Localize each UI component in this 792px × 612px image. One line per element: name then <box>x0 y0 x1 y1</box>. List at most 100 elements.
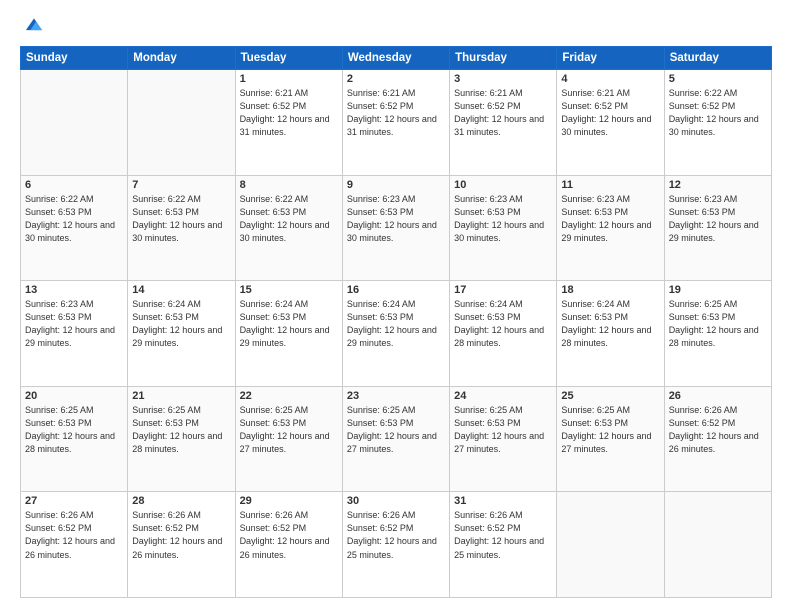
day-info: Sunrise: 6:25 AM Sunset: 6:53 PM Dayligh… <box>669 298 767 350</box>
calendar-week-row: 27 Sunrise: 6:26 AM Sunset: 6:52 PM Dayli… <box>21 492 772 598</box>
day-number: 19 <box>669 284 767 296</box>
day-info: Sunrise: 6:26 AM Sunset: 6:52 PM Dayligh… <box>347 509 445 561</box>
calendar-cell: 25 Sunrise: 6:25 AM Sunset: 6:53 PM Dayli… <box>557 386 664 492</box>
day-number: 5 <box>669 73 767 85</box>
calendar-cell: 29 Sunrise: 6:26 AM Sunset: 6:52 PM Dayli… <box>235 492 342 598</box>
calendar-cell: 18Sunrise: 6:24 AM Sunset: 6:53 PM Dayli… <box>557 281 664 387</box>
calendar-cell: 27 Sunrise: 6:26 AM Sunset: 6:52 PM Dayli… <box>21 492 128 598</box>
logo <box>20 18 45 36</box>
day-info: Sunrise: 6:23 AM Sunset: 6:53 PM Dayligh… <box>25 298 123 350</box>
day-number: 11 <box>561 179 659 191</box>
day-info: Sunrise: 6:23 AM Sunset: 6:53 PM Dayligh… <box>454 193 552 245</box>
weekday-header: Sunday <box>21 47 128 70</box>
calendar-cell: 9 Sunrise: 6:23 AM Sunset: 6:53 PM Daylig… <box>342 175 449 281</box>
day-number: 8 <box>240 179 338 191</box>
day-info: Sunrise: 6:22 AM Sunset: 6:53 PM Dayligh… <box>132 193 230 245</box>
day-number: 15 <box>240 284 338 296</box>
day-info: Sunrise: 6:23 AM Sunset: 6:53 PM Dayligh… <box>561 193 659 245</box>
day-number: 9 <box>347 179 445 191</box>
day-number: 29 <box>240 495 338 507</box>
calendar-cell <box>664 492 771 598</box>
day-info: Sunrise: 6:23 AM Sunset: 6:53 PM Dayligh… <box>347 193 445 245</box>
day-number: 10 <box>454 179 552 191</box>
day-info: Sunrise: 6:22 AM Sunset: 6:53 PM Dayligh… <box>25 193 123 245</box>
calendar-cell: 14 Sunrise: 6:24 AM Sunset: 6:53 PM Dayli… <box>128 281 235 387</box>
day-info: Sunrise: 6:25 AM Sunset: 6:53 PM Dayligh… <box>240 404 338 456</box>
day-info: Sunrise: 6:24 AM Sunset: 6:53 PM Dayligh… <box>454 298 552 350</box>
calendar-cell: 13 Sunrise: 6:23 AM Sunset: 6:53 PM Dayli… <box>21 281 128 387</box>
day-info: Sunrise: 6:24 AM Sunset: 6:53 PM Dayligh… <box>347 298 445 350</box>
calendar-cell: 1Sunrise: 6:21 AM Sunset: 6:52 PM Daylig… <box>235 70 342 176</box>
day-number: 27 <box>25 495 123 507</box>
calendar-cell: 21Sunrise: 6:25 AM Sunset: 6:53 PM Dayli… <box>128 386 235 492</box>
calendar-cell: 2 Sunrise: 6:21 AM Sunset: 6:52 PM Daylig… <box>342 70 449 176</box>
day-number: 16 <box>347 284 445 296</box>
day-info: Sunrise: 6:26 AM Sunset: 6:52 PM Dayligh… <box>669 404 767 456</box>
day-number: 4 <box>561 73 659 85</box>
day-number: 31 <box>454 495 552 507</box>
day-info: Sunrise: 6:26 AM Sunset: 6:52 PM Dayligh… <box>240 509 338 561</box>
calendar-cell <box>128 70 235 176</box>
day-number: 17 <box>454 284 552 296</box>
day-info: Sunrise: 6:25 AM Sunset: 6:53 PM Dayligh… <box>454 404 552 456</box>
calendar-week-row: 13 Sunrise: 6:23 AM Sunset: 6:53 PM Dayli… <box>21 281 772 387</box>
day-number: 2 <box>347 73 445 85</box>
day-info: Sunrise: 6:25 AM Sunset: 6:53 PM Dayligh… <box>561 404 659 456</box>
calendar-cell: 7Sunrise: 6:22 AM Sunset: 6:53 PM Daylig… <box>128 175 235 281</box>
day-info: Sunrise: 6:24 AM Sunset: 6:53 PM Dayligh… <box>240 298 338 350</box>
calendar-cell: 16 Sunrise: 6:24 AM Sunset: 6:53 PM Dayli… <box>342 281 449 387</box>
day-info: Sunrise: 6:26 AM Sunset: 6:52 PM Dayligh… <box>132 509 230 561</box>
day-number: 3 <box>454 73 552 85</box>
day-number: 23 <box>347 390 445 402</box>
day-info: Sunrise: 6:23 AM Sunset: 6:53 PM Dayligh… <box>669 193 767 245</box>
day-number: 25 <box>561 390 659 402</box>
calendar-cell: 19 Sunrise: 6:25 AM Sunset: 6:53 PM Dayli… <box>664 281 771 387</box>
logo-icon <box>23 14 45 36</box>
day-number: 13 <box>25 284 123 296</box>
day-number: 26 <box>669 390 767 402</box>
day-number: 22 <box>240 390 338 402</box>
day-info: Sunrise: 6:22 AM Sunset: 6:53 PM Dayligh… <box>240 193 338 245</box>
calendar-cell: 12 Sunrise: 6:23 AM Sunset: 6:53 PM Dayli… <box>664 175 771 281</box>
calendar-cell: 31Sunrise: 6:26 AM Sunset: 6:52 PM Dayli… <box>450 492 557 598</box>
header <box>20 18 772 36</box>
calendar-cell <box>21 70 128 176</box>
calendar-cell: 6 Sunrise: 6:22 AM Sunset: 6:53 PM Daylig… <box>21 175 128 281</box>
calendar-cell: 11 Sunrise: 6:23 AM Sunset: 6:53 PM Dayli… <box>557 175 664 281</box>
day-number: 28 <box>132 495 230 507</box>
day-info: Sunrise: 6:21 AM Sunset: 6:52 PM Dayligh… <box>454 87 552 139</box>
day-info: Sunrise: 6:21 AM Sunset: 6:52 PM Dayligh… <box>347 87 445 139</box>
weekday-header: Friday <box>557 47 664 70</box>
day-info: Sunrise: 6:25 AM Sunset: 6:53 PM Dayligh… <box>132 404 230 456</box>
calendar-cell: 17 Sunrise: 6:24 AM Sunset: 6:53 PM Dayli… <box>450 281 557 387</box>
day-number: 14 <box>132 284 230 296</box>
day-info: Sunrise: 6:22 AM Sunset: 6:52 PM Dayligh… <box>669 87 767 139</box>
calendar-week-row: 1 Sunrise: 6:21 AM Sunset: 6:52 PM Daylig… <box>21 70 772 176</box>
weekday-header: Monday <box>128 47 235 70</box>
calendar-week-row: 6 Sunrise: 6:22 AM Sunset: 6:53 PM Daylig… <box>21 175 772 281</box>
weekday-header-row: SundayMondayTuesdayWednesdayThursdayFrid… <box>21 47 772 70</box>
calendar-cell: 3 Sunrise: 6:21 AM Sunset: 6:52 PM Daylig… <box>450 70 557 176</box>
day-info: Sunrise: 6:25 AM Sunset: 6:53 PM Dayligh… <box>347 404 445 456</box>
calendar-cell: 26 Sunrise: 6:26 AM Sunset: 6:52 PM Dayli… <box>664 386 771 492</box>
weekday-header: Tuesday <box>235 47 342 70</box>
calendar-cell: 4 Sunrise: 6:21 AM Sunset: 6:52 PM Daylig… <box>557 70 664 176</box>
day-info: Sunrise: 6:26 AM Sunset: 6:52 PM Dayligh… <box>25 509 123 561</box>
day-number: 30 <box>347 495 445 507</box>
day-number: 12 <box>669 179 767 191</box>
day-info: Sunrise: 6:24 AM Sunset: 6:53 PM Dayligh… <box>132 298 230 350</box>
day-info: Sunrise: 6:25 AM Sunset: 6:53 PM Dayligh… <box>25 404 123 456</box>
day-number: 20 <box>25 390 123 402</box>
calendar-cell: 23 Sunrise: 6:25 AM Sunset: 6:53 PM Dayli… <box>342 386 449 492</box>
day-number: 1 <box>240 73 338 85</box>
page: SundayMondayTuesdayWednesdayThursdayFrid… <box>0 0 792 612</box>
day-number: 6 <box>25 179 123 191</box>
day-number: 24 <box>454 390 552 402</box>
calendar-cell: 22 Sunrise: 6:25 AM Sunset: 6:53 PM Dayli… <box>235 386 342 492</box>
day-info: Sunrise: 6:24 AM Sunset: 6:53 PM Dayligh… <box>561 298 659 350</box>
day-info: Sunrise: 6:21 AM Sunset: 6:52 PM Dayligh… <box>561 87 659 139</box>
calendar-cell: 5 Sunrise: 6:22 AM Sunset: 6:52 PM Daylig… <box>664 70 771 176</box>
calendar-week-row: 20 Sunrise: 6:25 AM Sunset: 6:53 PM Dayli… <box>21 386 772 492</box>
weekday-header: Saturday <box>664 47 771 70</box>
calendar-cell: 15 Sunrise: 6:24 AM Sunset: 6:53 PM Dayli… <box>235 281 342 387</box>
